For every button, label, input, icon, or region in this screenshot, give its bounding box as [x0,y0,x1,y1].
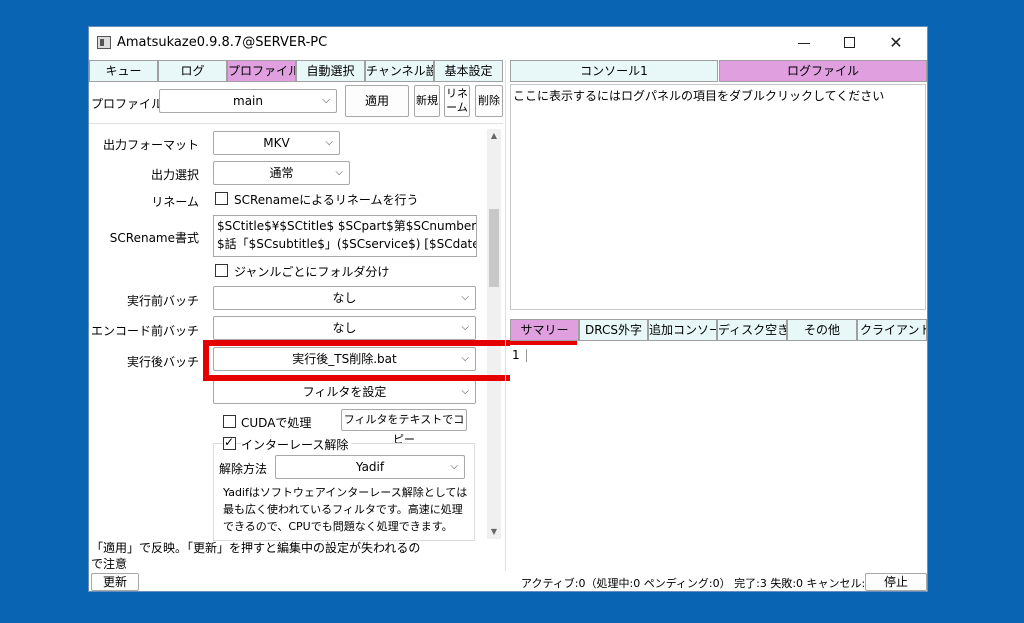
genre-folder-checkbox[interactable] [215,264,228,277]
scroll-up-icon[interactable]: ▲ [487,129,501,143]
summary-panel: 1 [510,345,926,571]
chevron-down-icon: ⌵ [461,386,469,397]
apply-button[interactable]: 適用 [345,85,409,117]
deinterlace-checkbox[interactable] [223,435,236,450]
filter-settings-value: フィルタを設定 [302,385,387,399]
app-icon [97,36,111,49]
rename-label: リネーム [151,195,199,209]
window-title: Amatsukaze0.9.8.7@SERVER-PC [117,35,328,50]
chevron-down-icon: ⌵ [322,95,330,106]
tab-profile[interactable]: プロファイル [227,60,296,82]
scroll-down-icon[interactable]: ▼ [487,525,501,539]
rename-button[interactable]: リネ ーム [444,85,470,117]
profile-label: プロファイル [91,97,164,111]
screname-format-line1: $SCtitle$¥$SCtitle$ $SCpart$第$SCnumber [217,219,477,233]
tab-log[interactable]: ログ [158,60,227,82]
delete-button[interactable]: 削除 [475,85,503,117]
tab-console1[interactable]: コンソール1 [510,60,718,82]
deinterlace-method-select[interactable]: Yadif ⌵ [275,455,465,479]
encode-batch-label: エンコード前バッチ [90,324,199,338]
tab-channel-settings[interactable]: チャンネル設 [365,60,434,82]
output-format-select[interactable]: MKV ⌵ [213,131,340,155]
output-select-label: 出力選択 [150,168,199,182]
rename-button-line2: ーム [446,101,468,114]
pre-batch-label: 実行前バッチ [126,294,199,308]
chevron-down-icon: ⌵ [450,461,458,472]
refresh-button[interactable]: 更新 [91,573,139,591]
divider [89,123,503,124]
deinterlace-checkbox-label: インターレース解除 [241,436,352,453]
profile-select-value: main [233,94,263,108]
post-batch-label: 実行後バッチ [126,355,199,369]
scrollbar-thumb[interactable] [489,209,499,287]
tab-client-log[interactable]: クライアントロ [857,319,927,341]
pre-batch-value: なし [332,291,357,305]
tab-log-file[interactable]: ログファイル [719,60,927,82]
notice-text: 「適用」で反映。「更新」を押すと編集中の設定が失われるので注意 [91,541,421,571]
deinterlace-method-label: 解除方法 [219,462,268,476]
profile-select[interactable]: main ⌵ [159,89,337,113]
tab-additional-console[interactable]: 追加コンソー [648,319,717,341]
close-button[interactable]: ✕ [873,27,919,59]
encode-batch-select[interactable]: なし ⌵ [213,316,476,340]
minimize-icon [798,43,810,44]
rename-checkbox-label: SCRenameによるリネームを行う [234,193,419,207]
rename-checkbox[interactable] [215,192,228,205]
tab-queue[interactable]: キュー [89,60,158,82]
screname-format-field[interactable]: $SCtitle$¥$SCtitle$ $SCpart$第$SCnumber $… [213,215,477,257]
genre-folder-label: ジャンルごとにフォルダ分け [234,265,390,279]
pre-batch-select[interactable]: なし ⌵ [213,286,476,310]
stop-button[interactable]: 停止 [865,573,927,591]
rename-button-line1: リネ [446,87,468,100]
tab-drcs[interactable]: DRCS外字 [579,319,648,341]
log-file-panel: ここに表示するにはログパネルの項目をダブルクリックしてください [510,84,926,310]
chevron-down-icon: ⌵ [461,292,469,303]
cuda-checkbox-label: CUDAで処理 [241,416,312,430]
deinterlace-method-value: Yadif [355,460,385,474]
tab-other[interactable]: その他 [787,319,857,341]
settings-scrollbar[interactable]: ▲ ▼ [487,129,501,539]
main-window: Amatsukaze0.9.8.7@SERVER-PC ✕ キュー ログ プロフ… [88,26,928,592]
filter-settings-select[interactable]: フィルタを設定 ⌵ [213,380,476,404]
encode-batch-value: なし [332,321,357,335]
summary-line-number: 1 [512,348,520,362]
maximize-button[interactable] [827,27,873,59]
output-select-select[interactable]: 通常 ⌵ [213,161,350,185]
tab-auto-select[interactable]: 自動選択 [296,60,365,82]
tab-summary[interactable]: サマリー [510,319,579,341]
output-format-value: MKV [263,136,290,150]
new-button[interactable]: 新規 [414,85,440,117]
cuda-checkbox[interactable] [223,415,236,428]
copy-filter-button[interactable]: フィルタをテキストでコピー [341,409,467,446]
screname-format-line2: $話「$SCsubtitle$」($SCservice$) [$SCdate$] [217,237,477,251]
status-text: アクティブ:0（処理中:0 ペンディング:0） 完了:3 失敗:0 キャンセル:… [521,577,873,590]
screname-label: SCRename書式 [109,231,199,245]
tab-basic-settings[interactable]: 基本設定 [434,60,503,82]
tab-disk-space[interactable]: ディスク空き [717,319,787,341]
log-hint-text: ここに表示するにはログパネルの項目をダブルクリックしてください [513,89,885,103]
maximize-icon [844,37,855,48]
chevron-down-icon: ⌵ [325,137,333,148]
output-format-label: 出力フォーマット [102,138,199,152]
text-cursor [526,349,527,362]
status-bar: 更新 アクティブ:0（処理中:0 ペンディング:0） 完了:3 失敗:0 キャン… [89,571,927,591]
chevron-down-icon: ⌵ [335,167,343,178]
output-select-value: 通常 [269,166,294,180]
minimize-button[interactable] [781,27,827,59]
splitter[interactable] [505,60,506,571]
title-bar[interactable]: Amatsukaze0.9.8.7@SERVER-PC ✕ [89,27,927,59]
deinterlace-description: Yadifはソフトウェアインターレース解除としては最も広く使われているフィルタで… [223,486,468,533]
chevron-down-icon: ⌵ [461,322,469,333]
